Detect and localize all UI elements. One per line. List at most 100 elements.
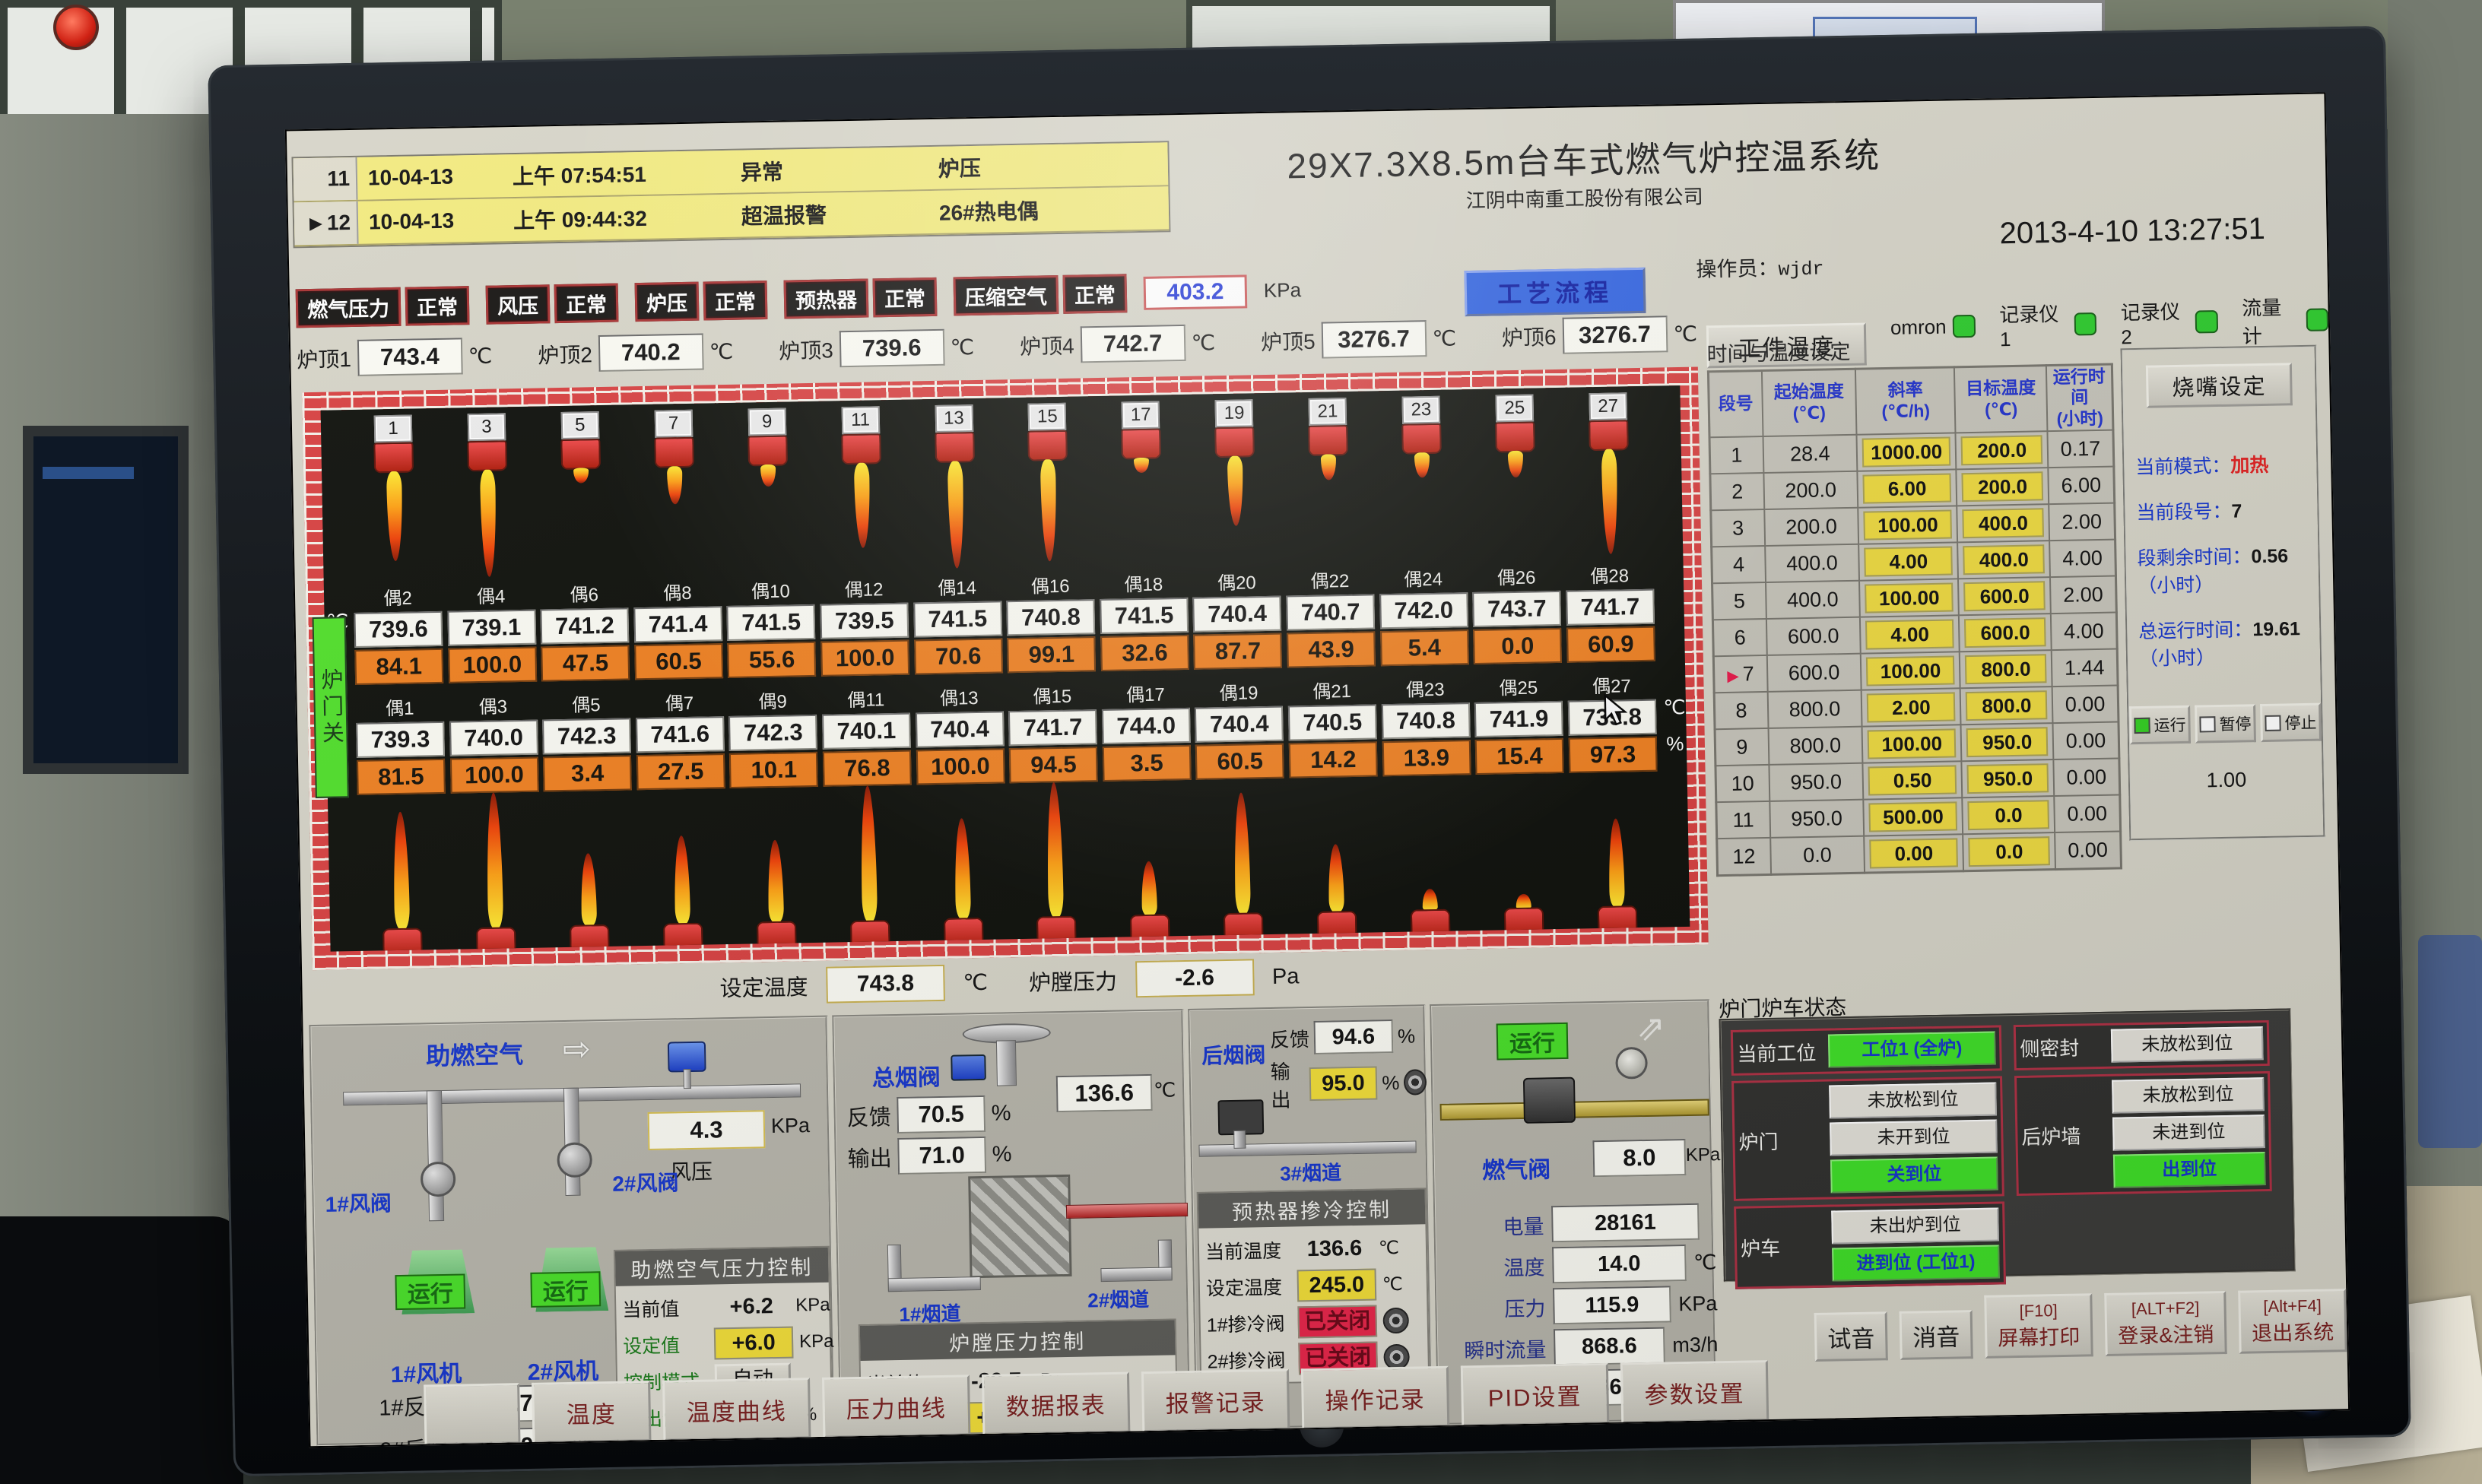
burner-cell: 偶23740.813.9 <box>1379 674 1473 776</box>
burner-number-chip: 21 <box>1309 398 1347 426</box>
preheater-cooling-control-set-value[interactable]: 245.0 <box>1297 1269 1377 1302</box>
chamber-pressure-control-mode-button[interactable]: 手动 <box>959 1438 1036 1448</box>
rate-cell[interactable]: 100.00 <box>1861 652 1960 690</box>
rate-cell[interactable]: 2.00 <box>1862 688 1961 726</box>
burner-cell-label: 偶24 <box>1404 564 1443 591</box>
burner-settings-button[interactable]: 烧嘴设定 <box>2146 363 2293 408</box>
process-flow-button[interactable]: 工艺流程 <box>1464 268 1646 316</box>
target-temp-cell[interactable]: 800.0 <box>1960 650 2052 688</box>
rate-cell[interactable]: 4.00 <box>1858 542 1958 580</box>
stop-checkbox[interactable]: 停止 <box>2260 703 2322 742</box>
roof-temp-unit: ℃ <box>1191 330 1215 356</box>
furnace-view: 炉门关 13579111315171921232527 ℃ % 偶2739.68… <box>302 367 1709 971</box>
rate-cell[interactable]: 100.00 <box>1858 506 1957 544</box>
air-pressure-control-unit: KPa <box>799 1331 834 1353</box>
rear-flue-panel: 后烟阀 反馈 94.6 % 输出 95.0 % 3#烟道 预热器掺冷控制当前温度… <box>1188 1004 1433 1430</box>
status-value: 正常 <box>405 286 470 326</box>
action-button[interactable]: [F10]屏幕打印 <box>1984 1293 2093 1359</box>
rate-cell[interactable]: 4.00 <box>1860 615 1960 653</box>
footer-button[interactable]: 温度曲线 <box>662 1378 811 1441</box>
footer-button-partial[interactable] <box>424 1383 520 1445</box>
action-button[interactable]: [Alt+F4]退出系统 <box>2238 1289 2347 1354</box>
burner-icon <box>1411 909 1451 940</box>
burner-cell: 偶11740.176.8 <box>819 684 913 787</box>
status-box: 未开到位 <box>1830 1120 1998 1156</box>
air-pressure-control-row-label: 设定值 <box>623 1330 709 1359</box>
flame-icon <box>1233 792 1251 914</box>
footer-button[interactable]: PID设置 <box>1461 1363 1609 1427</box>
flame-icon <box>760 465 776 487</box>
rate-cell[interactable]: 500.00 <box>1863 797 1963 836</box>
flame-icon <box>1046 782 1064 918</box>
target-temp-cell[interactable]: 0.0 <box>1963 796 2055 834</box>
target-temp-cell[interactable]: 600.0 <box>1959 614 2051 652</box>
set-temp-unit: ℃ <box>963 969 988 996</box>
run-hours: 0.00 <box>2052 686 2119 724</box>
burner-number-chip: 23 <box>1402 396 1441 424</box>
run-checkbox[interactable]: 运行 <box>2129 706 2191 744</box>
target-temp-cell[interactable]: 800.0 <box>1960 687 2052 725</box>
status-value: 正常 <box>554 284 619 324</box>
burner-output-pct: 14.2 <box>1289 741 1378 778</box>
burner-cell-label: 偶13 <box>940 683 979 710</box>
pause-checkbox[interactable]: 暂停 <box>2195 704 2256 743</box>
rate-cell[interactable]: 1000.00 <box>1857 433 1957 471</box>
burner-temp-value: 739.5 <box>820 603 909 639</box>
target-temp-cell[interactable]: 200.0 <box>1957 468 2049 506</box>
segment-row[interactable]: 120.00.000.00.00 <box>1717 831 2122 875</box>
burner-cell-label: 偶11 <box>847 684 885 712</box>
burner-temp-value: 741.5 <box>1100 598 1189 634</box>
furnace-interior: 13579111315171921232527 ℃ % 偶2739.684.1偶… <box>321 385 1690 952</box>
burner-temp-value: 740.4 <box>1193 596 1282 633</box>
door-car-group: 侧密封未放松到位 <box>2014 1020 2270 1070</box>
monitor-bezel: 1110-04-13上午 07:54:51异常炉压▶1210-04-13上午 0… <box>208 26 2411 1476</box>
burner-icon <box>1122 429 1162 460</box>
action-button[interactable]: 消音 <box>1900 1310 1973 1360</box>
segment-number: 9 <box>1715 728 1769 766</box>
target-temp-cell[interactable]: 950.0 <box>1962 759 2054 797</box>
flame-icon <box>386 471 403 561</box>
air-pressure-control-current-value: +6.2 <box>713 1293 790 1320</box>
segment-column-header: 目标温度(℃) <box>1954 366 2047 433</box>
target-temp-cell[interactable]: 400.0 <box>1957 504 2049 542</box>
burner-icon <box>382 928 423 951</box>
alarm-lamp <box>53 5 99 50</box>
air-pressure-control-set-value[interactable]: +6.0 <box>714 1327 794 1360</box>
footer-button[interactable]: 报警记录 <box>1141 1369 1290 1433</box>
footer-button[interactable]: 压力曲线 <box>822 1375 970 1438</box>
checkbox-icon <box>2265 715 2280 731</box>
roof-temp-value: 3276.7 <box>1562 316 1668 354</box>
burner-cell: 偶18741.532.6 <box>1097 569 1191 671</box>
footer-button[interactable]: 操作记录 <box>1301 1366 1449 1430</box>
footer-button-partial[interactable]: 温度 <box>532 1381 651 1444</box>
action-button[interactable]: [ALT+F2]登录&注销 <box>2104 1291 2227 1356</box>
action-button[interactable]: 试音 <box>1814 1311 1888 1362</box>
target-temp-cell[interactable]: 0.0 <box>1963 832 2055 871</box>
flame-icon <box>1328 844 1344 912</box>
burner-number-chip: 15 <box>1028 403 1067 431</box>
flame-icon <box>954 818 970 919</box>
rate-cell[interactable]: 100.00 <box>1862 725 1962 763</box>
output-unit: % <box>992 1142 1011 1167</box>
indicator-label: 流量计 <box>2242 292 2300 349</box>
burner-number-chip: 18 <box>1132 944 1170 951</box>
target-temp-cell[interactable]: 950.0 <box>1961 723 2053 761</box>
alarm-type: 异常 <box>741 153 939 187</box>
segment-column-header: 段号 <box>1708 371 1763 438</box>
rate-cell[interactable]: 0.50 <box>1863 761 1963 799</box>
burner-output-pct: 47.5 <box>541 645 630 681</box>
rate-cell[interactable]: 0.00 <box>1864 834 1963 873</box>
target-temp-cell[interactable]: 400.0 <box>1958 541 2050 579</box>
operator-line: 操作员：wjdr <box>1696 251 1824 283</box>
rate-cell[interactable]: 6.00 <box>1857 469 1957 507</box>
rate-cell[interactable]: 100.00 <box>1859 579 1959 617</box>
target-temp-cell[interactable]: 200.0 <box>1956 431 2048 469</box>
footer-button[interactable]: 参数设置 <box>1620 1360 1769 1424</box>
segment-table[interactable]: 段号起始温度(℃)斜率(℃/h)目标温度(℃)运行时间(小时) 128.4100… <box>1707 363 2122 877</box>
alarm-list[interactable]: 1110-04-13上午 07:54:51异常炉压▶1210-04-13上午 0… <box>291 141 1170 248</box>
target-temp-cell[interactable]: 600.0 <box>1958 577 2050 615</box>
footer-button[interactable]: 数据报表 <box>982 1371 1130 1435</box>
burner-icon <box>1224 912 1264 943</box>
status-bar: 燃气压力正常风压正常炉压正常预热器正常压缩空气正常 403.2 KPa <box>296 268 1460 328</box>
roof-temp-item: 炉顶3739.6℃ <box>779 328 975 369</box>
